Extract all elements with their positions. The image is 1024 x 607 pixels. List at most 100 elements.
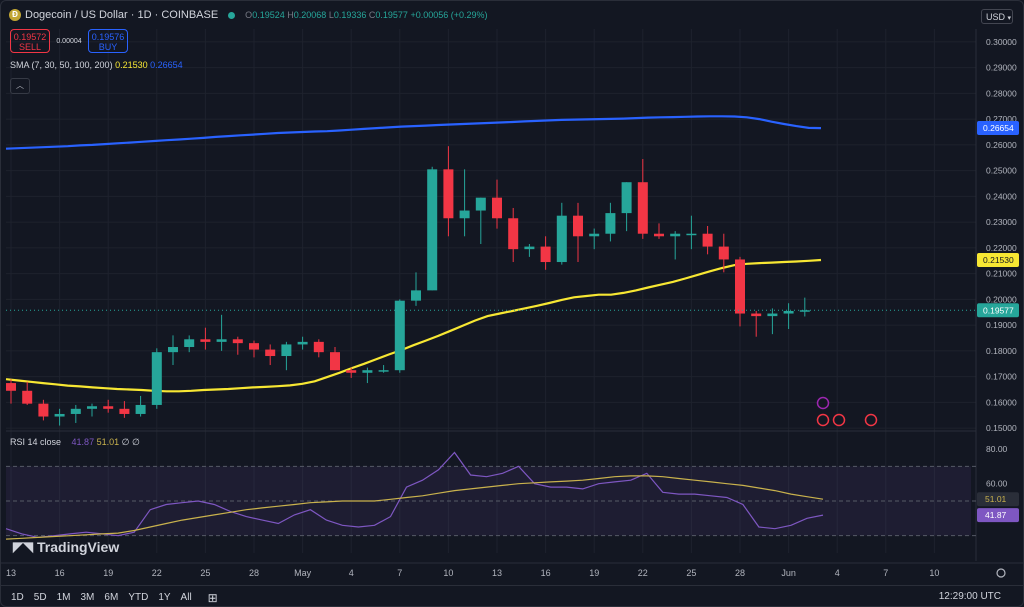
time-tick-label: 10 — [929, 568, 939, 578]
tf-5d[interactable]: 5D — [34, 592, 47, 603]
rsi-legend[interactable]: RSI 14 close 41.87 51.01 ∅ ∅ — [10, 437, 140, 448]
candle-down — [492, 197, 502, 219]
chart-frame: 0.30000 0.29000 0.28000 0.27000 0.26000 0.250… — [0, 0, 1024, 607]
candle-up — [589, 233, 600, 237]
event-marker-icon — [816, 413, 830, 427]
buy-label: BUY — [98, 42, 118, 52]
candle-up — [378, 370, 389, 372]
ohlc-open: 0.19524 — [252, 10, 285, 20]
rsi-tick-label: 60.00 — [986, 479, 1008, 489]
ohlc-readout: O0.19524 H0.20068 L0.19336 C0.19577 +0.0… — [245, 10, 487, 20]
time-tick-label: 7 — [397, 568, 402, 578]
candle-up — [670, 233, 681, 237]
candle-down — [702, 233, 713, 247]
tf-1d[interactable]: 1D — [11, 592, 24, 603]
time-tick-label: 7 — [883, 568, 888, 578]
candle-down — [232, 339, 243, 344]
tf-6m[interactable]: 6M — [104, 592, 118, 603]
chart-canvas[interactable]: 0.300000.290000.280000.270000.260000.250… — [1, 1, 1024, 607]
time-tick-label: 16 — [55, 568, 65, 578]
candle-up — [524, 246, 535, 250]
candle-down — [735, 259, 745, 314]
price-tick-label: 0.15000 — [986, 423, 1017, 433]
price-tick-label: 0.18000 — [986, 346, 1017, 356]
dogecoin-logo-icon: Ð — [9, 9, 21, 21]
candle-down — [200, 339, 211, 342]
sma-long-badge: 0.26654 — [983, 123, 1014, 133]
price-tick-label: 0.17000 — [986, 372, 1017, 382]
time-tick-label: 28 — [249, 568, 259, 578]
sell-label: SELL — [18, 42, 42, 52]
candle-up — [427, 169, 438, 291]
chart-header: Ð Dogecoin / US Dollar · 1D · COINBASE O… — [9, 9, 488, 21]
sell-button[interactable]: 0.19572 SELL — [10, 29, 50, 53]
candle-up — [799, 310, 810, 312]
tf-all[interactable]: All — [181, 592, 192, 603]
tf-1m[interactable]: 1M — [57, 592, 71, 603]
candle-up — [54, 413, 65, 417]
candle-down — [718, 246, 729, 260]
date-range-icon[interactable]: ⊞ — [208, 591, 218, 605]
price-tick-label: 0.16000 — [986, 397, 1017, 407]
tf-3m[interactable]: 3M — [81, 592, 95, 603]
candle-up — [70, 408, 81, 414]
tf-1y[interactable]: 1Y — [158, 592, 170, 603]
buy-price: 0.19576 — [91, 32, 125, 42]
candle-down — [540, 246, 551, 263]
price-tick-label: 0.22000 — [986, 243, 1017, 253]
rsi-ma-badge: 51.01 — [985, 494, 1007, 504]
candle-up — [475, 197, 486, 211]
currency-label: USD — [986, 12, 1006, 22]
candle-up — [216, 339, 227, 342]
rsi-ma-value: 51.01 — [96, 437, 120, 447]
time-tick-label: 28 — [735, 568, 745, 578]
symbol-title[interactable]: Dogecoin / US Dollar · 1D · COINBASE — [25, 9, 218, 21]
time-tick-label: 13 — [492, 568, 502, 578]
currency-select[interactable]: USD ▾ — [981, 9, 1013, 24]
time-tick-label: May — [294, 568, 312, 578]
price-tick-label: 0.20000 — [986, 294, 1017, 304]
event-marker-icon — [832, 413, 846, 427]
time-tick-label: 25 — [686, 568, 696, 578]
tradingview-logo: ◤◥ TradingView — [13, 539, 119, 555]
time-tick-label: 13 — [6, 568, 16, 578]
candle-up — [281, 344, 292, 357]
candle-down — [119, 408, 130, 414]
sma-legend[interactable]: SMA (7, 30, 50, 100, 200) 0.21530 0.2665… — [10, 60, 183, 70]
price-tick-label: 0.21000 — [986, 269, 1017, 279]
candle-up — [297, 341, 308, 345]
sma-200-line — [5, 115, 822, 150]
sma-label: SMA (7, 30, 50, 100, 200) — [10, 60, 113, 70]
spread-value: 0.00004 — [56, 37, 82, 45]
tf-ytd[interactable]: YTD — [128, 592, 148, 603]
sma-50-line — [5, 258, 822, 393]
time-tick-label: 19 — [103, 568, 113, 578]
event-marker-icon — [864, 413, 878, 427]
settings-gear-icon[interactable] — [996, 568, 1006, 578]
candle-down — [346, 370, 357, 373]
candle-down — [330, 352, 340, 371]
time-tick-label: 16 — [541, 568, 551, 578]
candle-up — [151, 352, 162, 405]
rsi-tick-label: 80.00 — [986, 444, 1008, 454]
rsi-badge: 41.87 — [985, 510, 1007, 520]
market-open-icon — [228, 11, 236, 19]
tradingview-icon: ◤◥ — [13, 539, 33, 554]
candle-down — [103, 406, 114, 409]
rsi-label: RSI 14 close — [10, 437, 62, 447]
trade-panel: 0.19572 SELL 0.00004 0.19576 BUY — [10, 29, 128, 53]
candle-down — [313, 341, 324, 353]
buy-button[interactable]: 0.19576 BUY — [88, 29, 128, 53]
candle-down — [6, 383, 16, 391]
candle-down — [637, 182, 648, 234]
candle-up — [605, 213, 616, 234]
utc-clock[interactable]: 12:29:00 UTC — [939, 591, 1001, 602]
sell-price: 0.19572 — [13, 32, 47, 42]
candle-down — [443, 169, 454, 219]
candle-up — [783, 310, 794, 314]
price-tick-label: 0.19000 — [986, 320, 1017, 330]
collapse-legend-icon[interactable]: ︿ — [10, 78, 30, 94]
candle-up — [686, 233, 697, 236]
time-tick-label: 19 — [589, 568, 599, 578]
price-tick-label: 0.26000 — [986, 140, 1017, 150]
